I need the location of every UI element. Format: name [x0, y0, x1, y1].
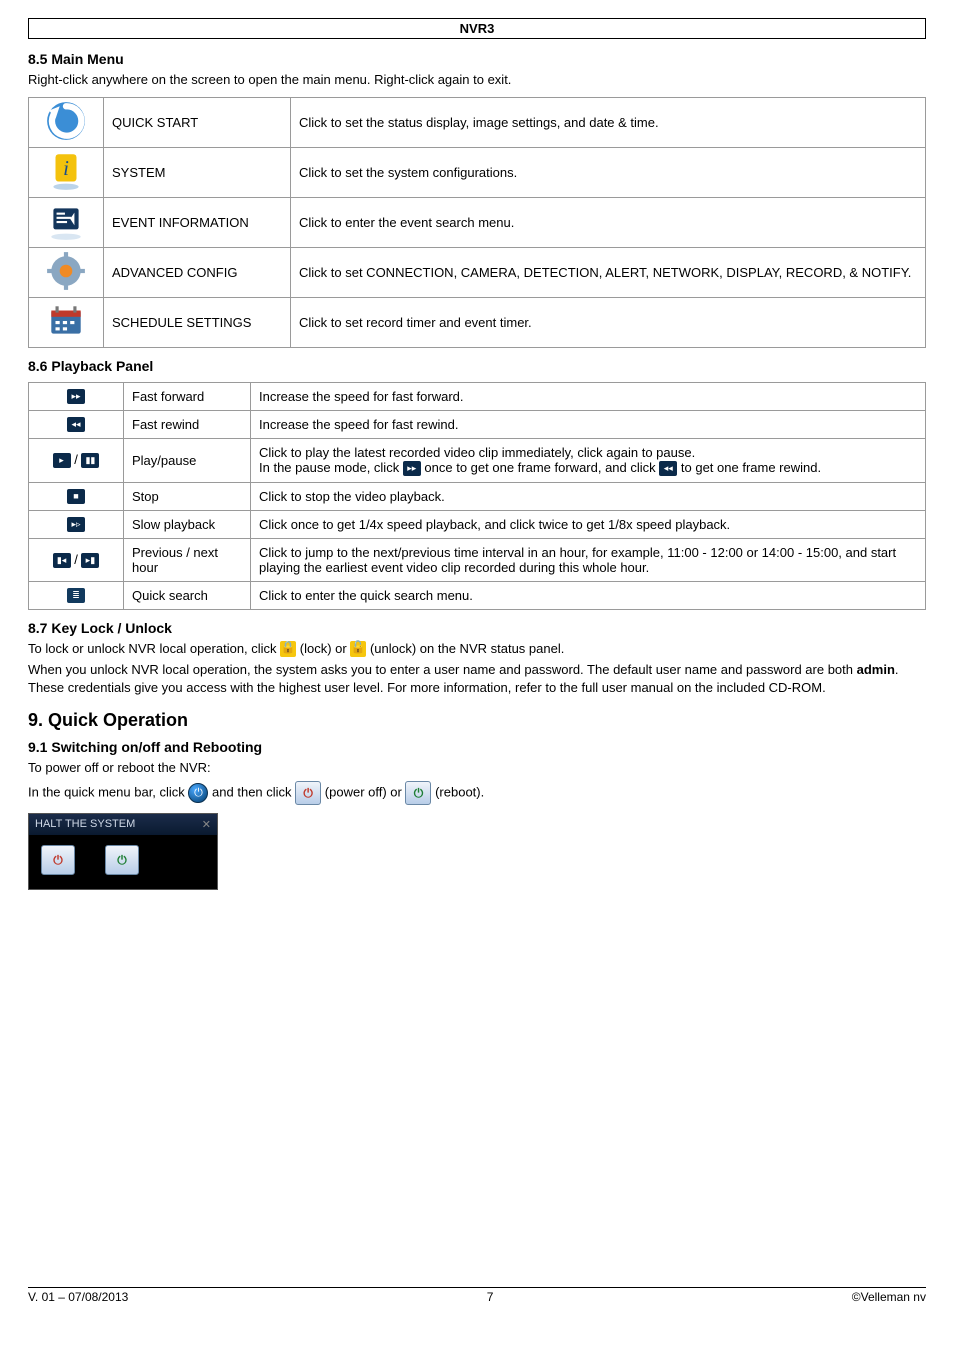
footer-page-number: 7 [487, 1290, 494, 1304]
power-reboot-intro: To power off or reboot the NVR: [28, 759, 926, 777]
table-row: ◂◂ Fast rewind Increase the speed for fa… [29, 410, 926, 438]
table-row: ADVANCED CONFIG Click to set CONNECTION,… [29, 247, 926, 297]
footer-copyright: ©Velleman nv [852, 1290, 926, 1304]
halt-reboot-button[interactable]: ⏻ [105, 845, 139, 875]
prev-hour-icon: ▮◂ [53, 553, 71, 568]
schedule-settings-label: SCHEDULE SETTINGS [104, 297, 291, 347]
frame-rewind-icon: ◂◂ [659, 461, 677, 476]
advanced-config-label: ADVANCED CONFIG [104, 247, 291, 297]
page-footer: V. 01 – 07/08/2013 7 ©Velleman nv [28, 1287, 926, 1304]
play-pause-desc: Click to play the latest recorded video … [251, 438, 926, 482]
system-icon: i [29, 147, 104, 197]
schedule-settings-desc: Click to set record timer and event time… [291, 297, 926, 347]
fast-rewind-label: Fast rewind [124, 410, 251, 438]
fast-rewind-desc: Increase the speed for fast rewind. [251, 410, 926, 438]
power-off-button[interactable]: ⏻ [295, 781, 321, 805]
halt-power-off-button[interactable]: ⏻ [41, 845, 75, 875]
system-desc: Click to set the system configurations. [291, 147, 926, 197]
quick-start-label: QUICK START [104, 97, 291, 147]
next-hour-icon: ▸▮ [81, 553, 99, 568]
table-row: ▸ / ▮▮ Play/pause Click to play the late… [29, 438, 926, 482]
section-8-5-intro: Right-click anywhere on the screen to op… [28, 71, 926, 89]
power-reboot-line: In the quick menu bar, click ⏻ and then … [28, 781, 926, 805]
table-row: ≣ Quick search Click to enter the quick … [29, 581, 926, 609]
advanced-config-icon [29, 247, 104, 297]
section-8-6-heading: 8.6 Playback Panel [28, 358, 926, 374]
fast-forward-desc: Increase the speed for fast forward. [251, 382, 926, 410]
section-8-7-heading: 8.7 Key Lock / Unlock [28, 620, 926, 636]
table-row: i SYSTEM Click to set the system configu… [29, 147, 926, 197]
slow-playback-label: Slow playback [124, 510, 251, 538]
event-info-label: EVENT INFORMATION [104, 197, 291, 247]
lock-icon: 🔒 [280, 641, 296, 657]
playback-panel-table: ▸▸ Fast forward Increase the speed for f… [28, 382, 926, 610]
slow-playback-desc: Click once to get 1/4x speed playback, a… [251, 510, 926, 538]
lock-unlock-para2: When you unlock NVR local operation, the… [28, 661, 926, 696]
advanced-config-desc: Click to set CONNECTION, CAMERA, DETECTI… [291, 247, 926, 297]
table-row: ■ Stop Click to stop the video playback. [29, 482, 926, 510]
table-row: ▸▸ Fast forward Increase the speed for f… [29, 382, 926, 410]
table-row: SCHEDULE SETTINGS Click to set record ti… [29, 297, 926, 347]
main-menu-table: QUICK START Click to set the status disp… [28, 97, 926, 348]
quick-start-desc: Click to set the status display, image s… [291, 97, 926, 147]
frame-forward-icon: ▸▸ [403, 461, 421, 476]
quick-search-label: Quick search [124, 581, 251, 609]
prev-next-hour-desc: Click to jump to the next/previous time … [251, 538, 926, 581]
svg-text:i: i [63, 156, 69, 180]
unlock-icon: 🔓 [350, 641, 366, 657]
section-9-heading: 9. Quick Operation [28, 710, 926, 731]
stop-label: Stop [124, 482, 251, 510]
table-row: EVENT INFORMATION Click to enter the eve… [29, 197, 926, 247]
section-8-5-heading: 8.5 Main Menu [28, 51, 926, 67]
quick-search-icon: ≣ [67, 588, 85, 603]
fast-rewind-icon: ◂◂ [67, 417, 85, 432]
halt-system-dialog: HALT THE SYSTEM ✕ ⏻ ⏻ [28, 813, 218, 890]
event-info-desc: Click to enter the event search menu. [291, 197, 926, 247]
quick-search-desc: Click to enter the quick search menu. [251, 581, 926, 609]
close-icon[interactable]: ✕ [202, 818, 211, 831]
table-row: ▸▹ Slow playback Click once to get 1/4x … [29, 510, 926, 538]
play-icon: ▸ [53, 453, 71, 468]
footer-version: V. 01 – 07/08/2013 [28, 1290, 128, 1304]
prev-next-hour-label: Previous / next hour [124, 538, 251, 581]
table-row: QUICK START Click to set the status disp… [29, 97, 926, 147]
section-9-1-heading: 9.1 Switching on/off and Rebooting [28, 739, 926, 755]
fast-forward-label: Fast forward [124, 382, 251, 410]
halt-dialog-title: HALT THE SYSTEM [35, 818, 135, 831]
page-header: NVR3 [28, 18, 926, 39]
lock-unlock-line: To lock or unlock NVR local operation, c… [28, 640, 926, 658]
event-info-icon [29, 197, 104, 247]
stop-desc: Click to stop the video playback. [251, 482, 926, 510]
system-label: SYSTEM [104, 147, 291, 197]
schedule-settings-icon [29, 297, 104, 347]
reboot-button[interactable]: ⏻ [405, 781, 431, 805]
slow-playback-icon: ▸▹ [67, 517, 85, 532]
play-pause-label: Play/pause [124, 438, 251, 482]
admin-credential: admin [857, 662, 895, 677]
fast-forward-icon: ▸▸ [67, 389, 85, 404]
stop-icon: ■ [67, 489, 85, 504]
table-row: ▮◂ / ▸▮ Previous / next hour Click to ju… [29, 538, 926, 581]
pause-icon: ▮▮ [81, 453, 99, 468]
power-menu-button[interactable]: ⏻ [188, 783, 208, 803]
quick-start-icon [29, 97, 104, 147]
